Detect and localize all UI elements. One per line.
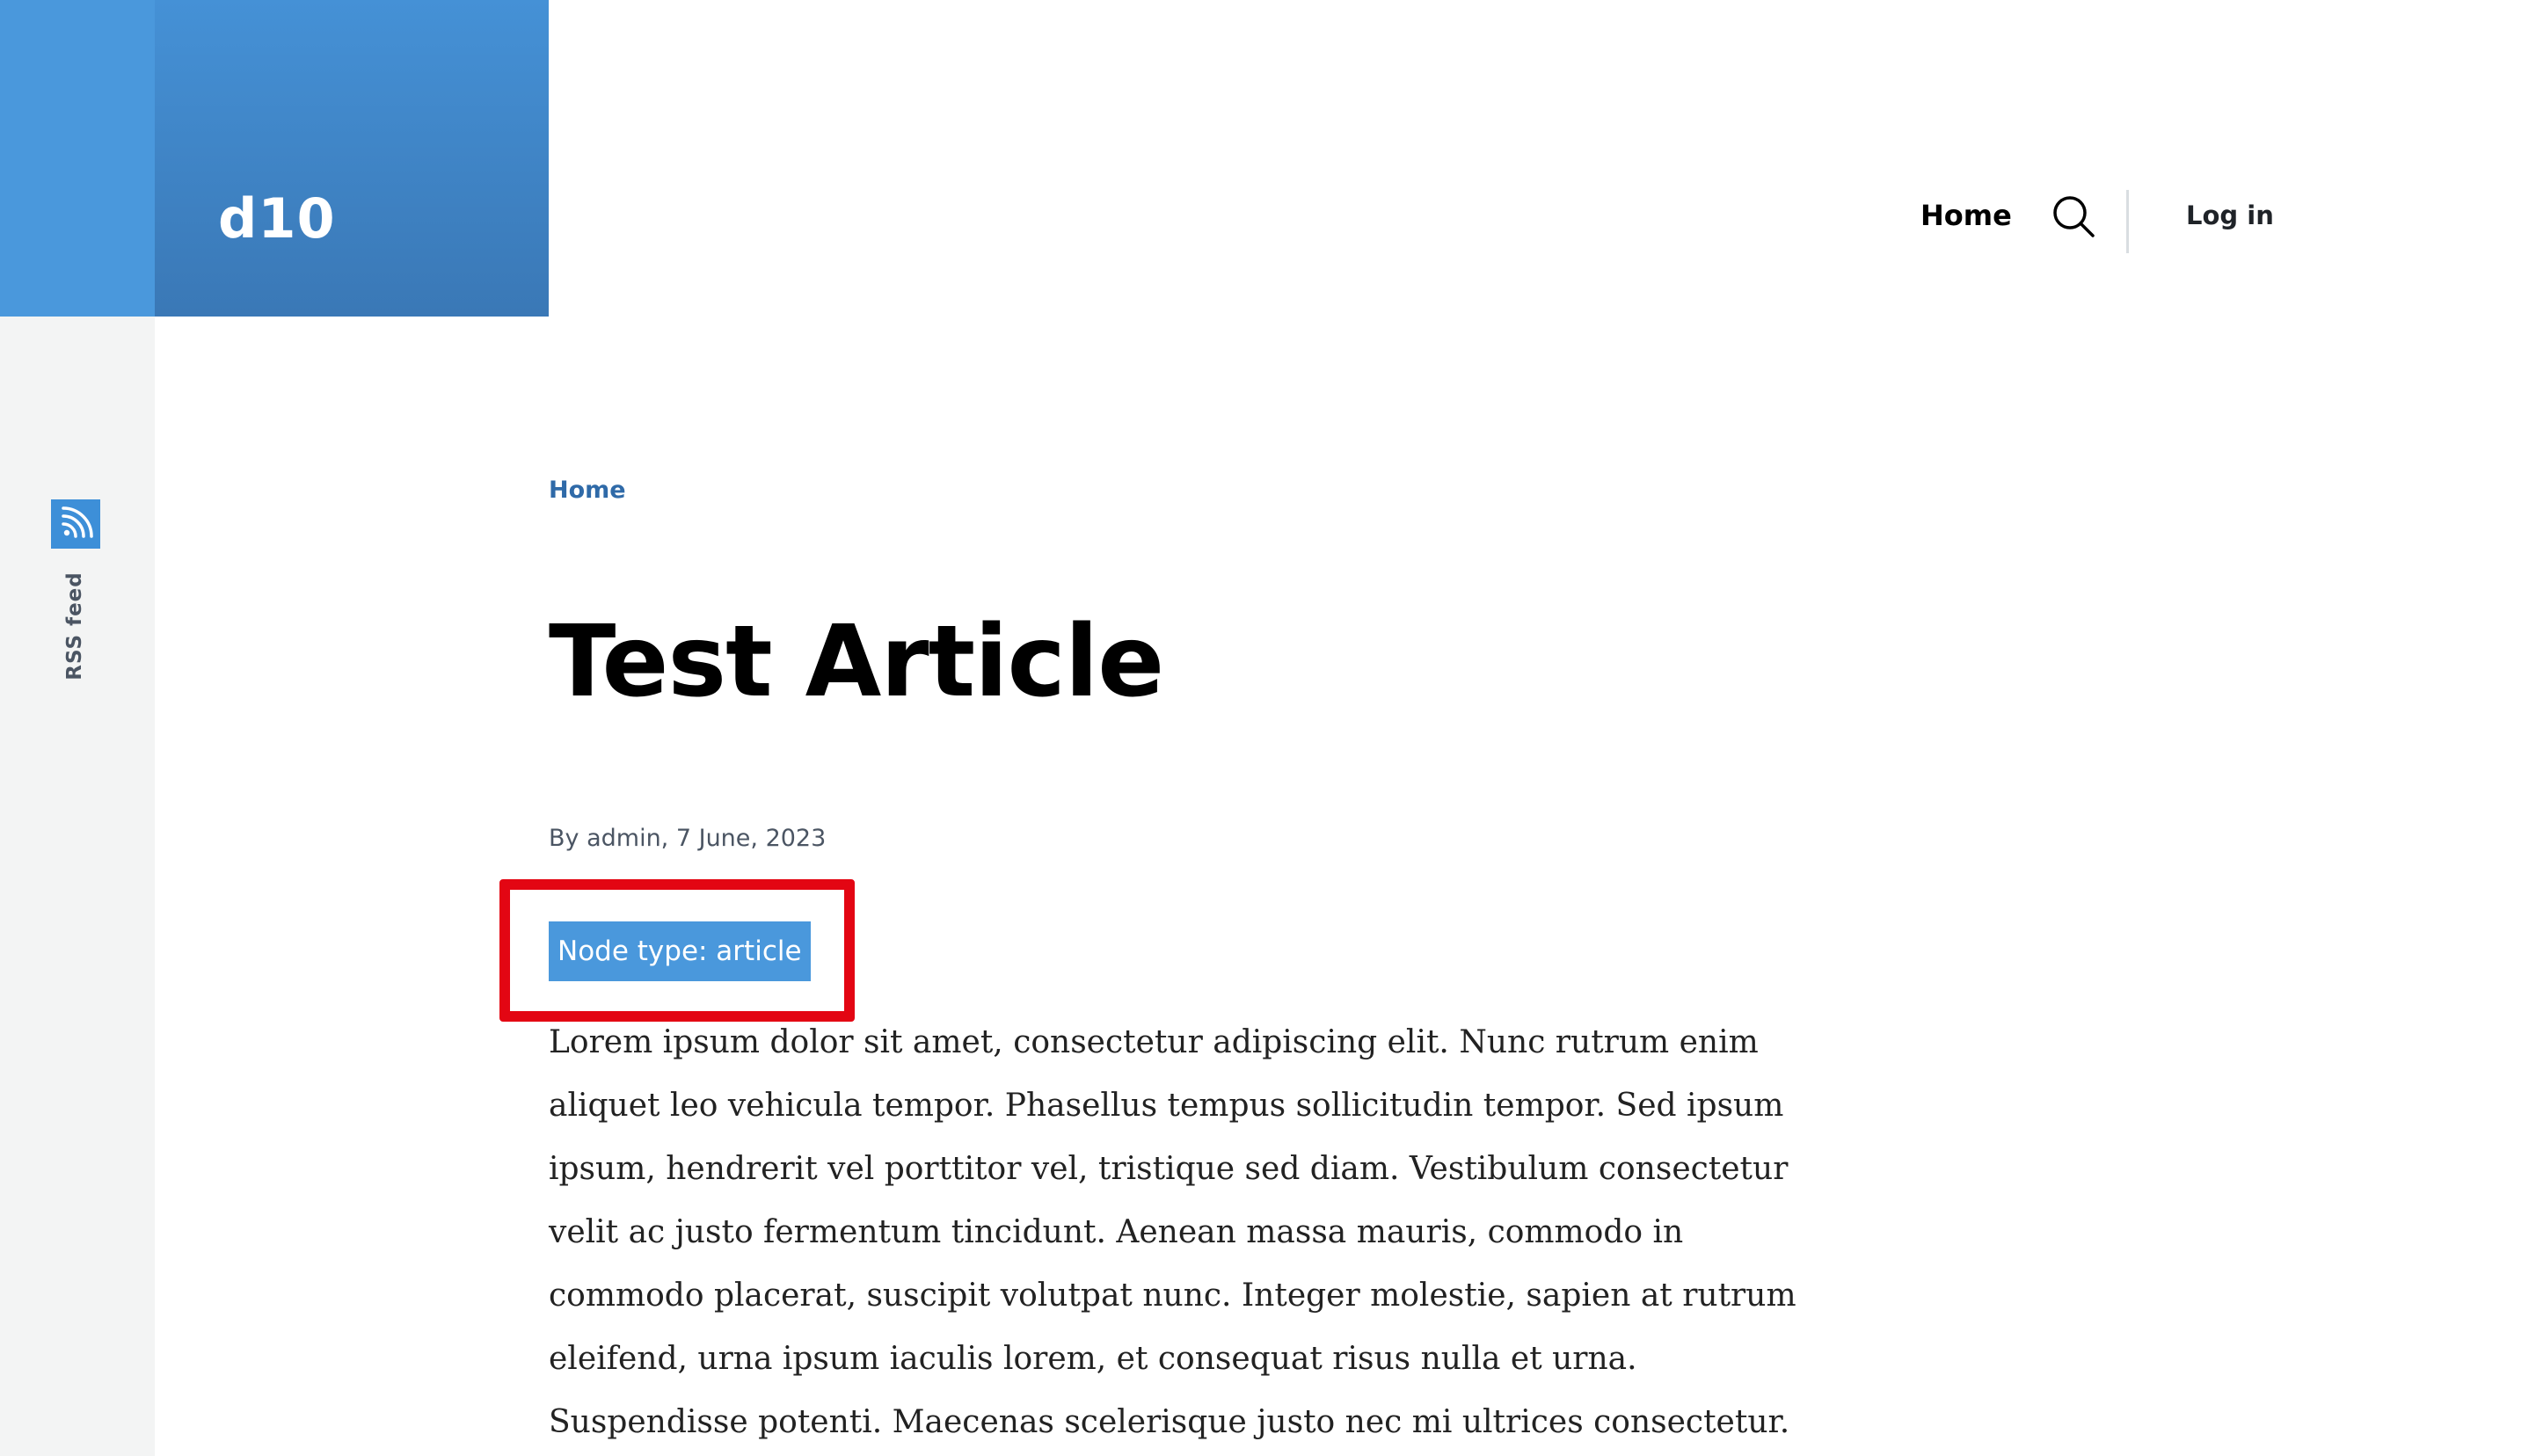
article-body: Lorem ipsum dolor sit amet, consectetur … xyxy=(549,1024,1796,1440)
login-link[interactable]: Log in xyxy=(2186,200,2274,230)
search-icon xyxy=(2053,196,2095,237)
rss-feed-link[interactable]: RSS feed xyxy=(51,499,100,681)
nav-divider xyxy=(2126,190,2129,253)
main-content: Home Test Article By admin, 7 June, 2023… xyxy=(499,0,1833,1456)
rss-icon[interactable] xyxy=(51,499,100,549)
nav-link-home[interactable]: Home xyxy=(1920,199,2012,232)
rss-feed-label[interactable]: RSS feed xyxy=(63,564,86,688)
main-navigation: Home Log in xyxy=(1920,176,2536,264)
page-title: Test Article xyxy=(549,605,1164,719)
site-branding: d10 xyxy=(155,0,549,317)
node-type-badge: Node type: article xyxy=(549,921,811,981)
article-meta: By admin, 7 June, 2023 xyxy=(549,825,827,852)
site-name-link[interactable]: d10 xyxy=(218,186,336,251)
page: d10 RSS feed Home Log in Home Test Artic… xyxy=(0,0,2536,1456)
logo-block-accent xyxy=(0,0,155,317)
breadcrumb-home-link[interactable]: Home xyxy=(549,477,626,504)
search-button[interactable] xyxy=(2051,193,2096,239)
